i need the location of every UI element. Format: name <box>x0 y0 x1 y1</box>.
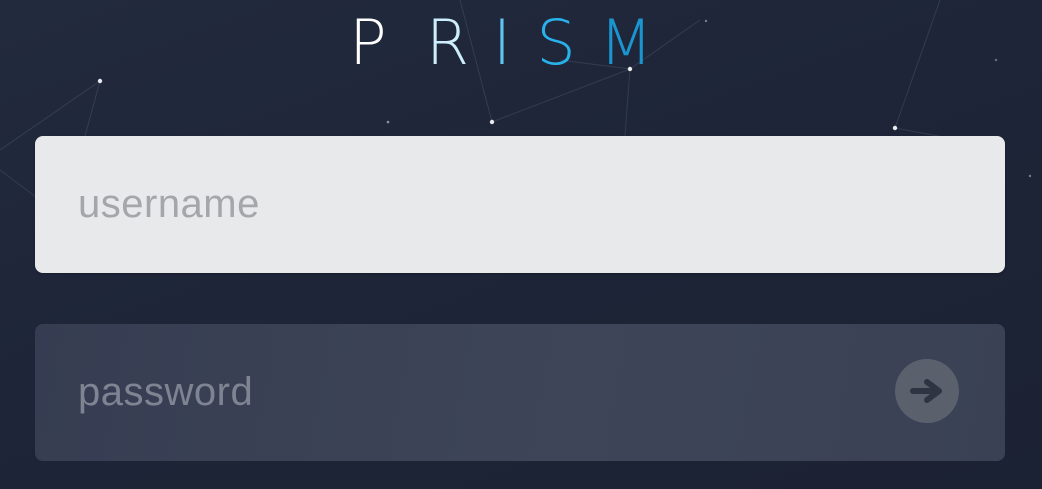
password-input[interactable] <box>35 324 1005 461</box>
password-field-container <box>35 324 1005 461</box>
logo-letter-i: I <box>492 6 512 79</box>
submit-button[interactable] <box>895 359 959 423</box>
prism-logo: P R I S M <box>348 8 698 78</box>
logo-letter-s: S <box>536 6 576 79</box>
logo-letter-r: R <box>426 6 470 79</box>
arrow-right-icon <box>910 379 942 403</box>
logo-letter-m: M <box>599 6 653 79</box>
username-field-container <box>35 136 1005 273</box>
logo-letter-p: P <box>349 6 387 79</box>
username-input[interactable] <box>35 136 1005 273</box>
